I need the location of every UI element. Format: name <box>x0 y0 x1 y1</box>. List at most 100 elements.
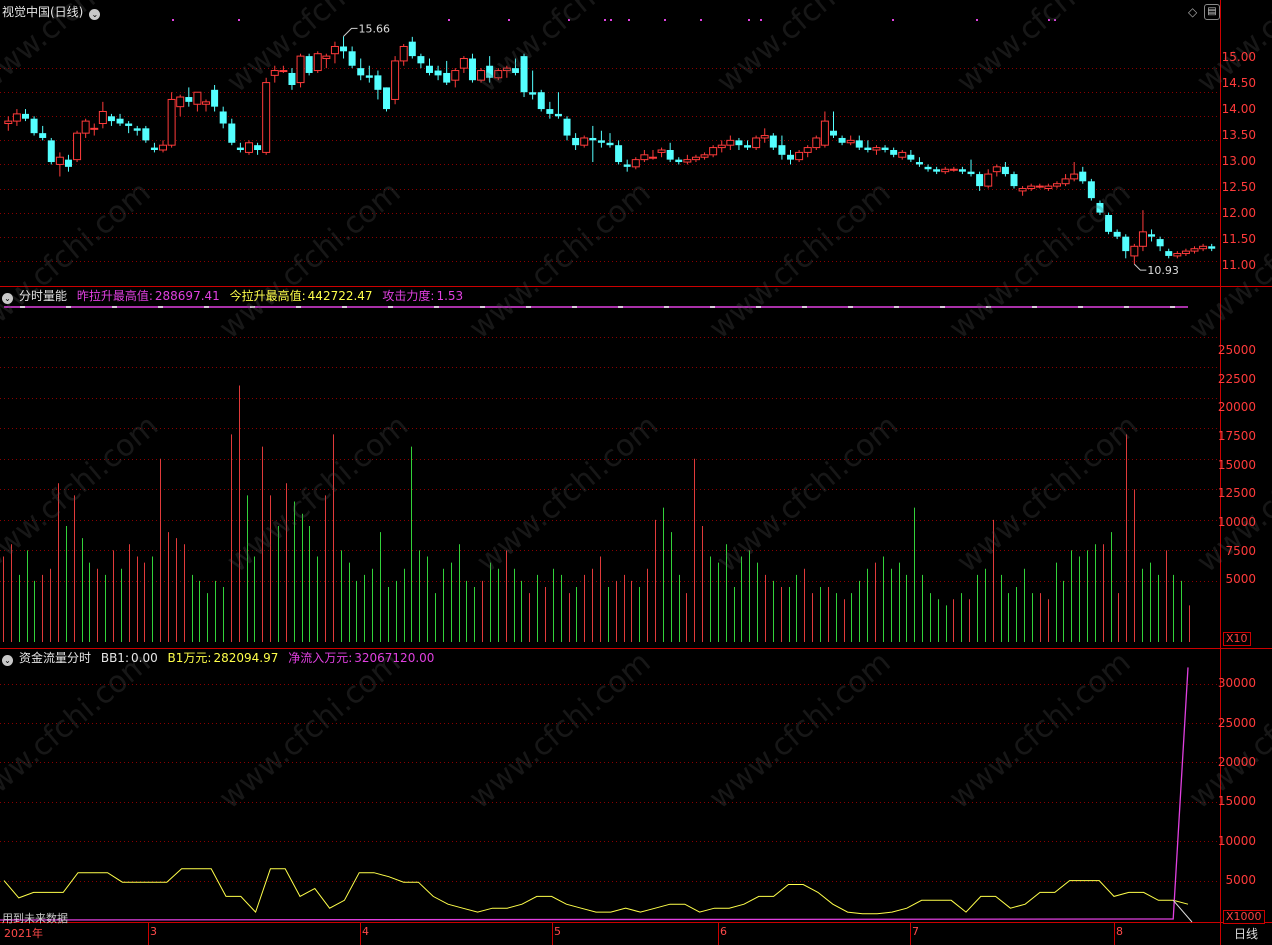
diamond-icon[interactable]: ◇ <box>1188 5 1197 19</box>
candle-body <box>1070 173 1079 180</box>
x-label-may: 5 <box>554 925 561 938</box>
candle-body <box>374 75 382 90</box>
candle-body <box>787 154 795 160</box>
signal-marker <box>604 19 606 21</box>
x-label-apr: 4 <box>362 925 369 938</box>
x-label-2021: 2021年 <box>4 927 43 940</box>
candle-body <box>185 97 193 102</box>
stock-title-bar: 视觉中国(日线) ⌄ <box>2 4 106 20</box>
candle-body <box>21 113 29 119</box>
chevron-down-icon[interactable]: ⌄ <box>89 9 101 20</box>
candle-body <box>81 120 90 134</box>
candle-body <box>4 120 13 125</box>
high-label: 15.66 <box>359 22 391 35</box>
volume-tick: 10000 <box>1217 515 1256 529</box>
candle-body <box>73 132 82 161</box>
candle-body <box>760 135 769 139</box>
candle-body <box>675 159 683 163</box>
candle-body <box>846 139 855 144</box>
candle-body <box>125 123 133 126</box>
x-label-jul: 7 <box>912 925 919 938</box>
menu-button[interactable]: ▤ <box>1204 4 1220 20</box>
candle-body <box>1044 185 1053 190</box>
signal-marker <box>1048 19 1050 21</box>
signal-marker <box>172 19 174 21</box>
candle-body <box>1113 231 1121 237</box>
candle-body <box>752 137 761 149</box>
candle-body <box>563 118 571 136</box>
candle-body <box>890 150 898 155</box>
flow-tick: 10000 <box>1217 834 1256 848</box>
candle-body <box>744 145 752 148</box>
flow-tick: 5000 <box>1225 873 1256 887</box>
candle-body <box>511 68 519 73</box>
candle-body <box>1010 174 1018 187</box>
candle-body <box>941 168 950 173</box>
chevron-down-icon[interactable]: ⌄ <box>2 293 13 304</box>
b1-value: 282094.97 <box>213 651 279 665</box>
signal-marker <box>628 19 630 21</box>
candle-body <box>262 82 271 153</box>
candle-body <box>631 159 640 168</box>
candle-body <box>39 133 47 138</box>
period-tab[interactable]: 日线 <box>1234 925 1258 942</box>
candle-body <box>270 70 279 76</box>
volume-tick: 7500 <box>1225 544 1256 558</box>
candle-body <box>1181 250 1190 255</box>
candle-body <box>1105 215 1113 232</box>
candle-body <box>279 70 288 73</box>
stock-title: 视觉中国(日线) <box>2 5 84 19</box>
price-tick: 12.00 <box>1221 206 1256 220</box>
candle-body <box>967 171 975 175</box>
candle-body <box>795 151 804 161</box>
candle-body <box>142 128 150 141</box>
candle-body <box>546 109 554 114</box>
bb1-label: BB1: <box>100 651 129 665</box>
candle-body <box>383 87 391 110</box>
volume-tick: 22500 <box>1217 372 1256 386</box>
candle-body <box>357 68 365 76</box>
candle-body <box>176 96 185 108</box>
candle-body <box>236 147 244 150</box>
candle-body <box>838 137 846 143</box>
candle-body <box>219 111 227 124</box>
candle-body <box>399 45 408 62</box>
candle-body <box>829 130 837 136</box>
candle-body <box>486 65 494 78</box>
candle-body <box>709 147 718 156</box>
candle-body <box>1122 236 1130 252</box>
bb1-value: 0.00 <box>131 651 158 665</box>
candle-body <box>907 154 915 160</box>
candle-body <box>589 137 597 141</box>
price-tick: 13.00 <box>1221 154 1256 168</box>
chart-canvas: 15.66 10.93 <box>0 0 1272 945</box>
candle-body <box>193 91 202 105</box>
candle-body <box>597 140 605 143</box>
ind1-value: 288697.41 <box>154 289 220 303</box>
candle-body <box>1190 248 1199 252</box>
candle-body <box>55 156 64 165</box>
net-inflow-line <box>0 667 1189 921</box>
signal-marker <box>892 19 894 21</box>
candle-body <box>494 70 503 79</box>
candle-body <box>933 169 941 172</box>
chevron-down-icon[interactable]: ⌄ <box>2 655 13 666</box>
candle-body <box>12 113 21 122</box>
candle-body <box>683 159 692 163</box>
price-tick: 12.50 <box>1221 180 1256 194</box>
candle-body <box>606 142 614 146</box>
x-label-mar: 3 <box>150 925 157 938</box>
candle-body <box>1027 185 1036 190</box>
signal-marker <box>508 19 510 21</box>
ind3-label: 攻击力度: <box>382 289 435 303</box>
candle-body <box>778 145 786 155</box>
candle-body <box>812 137 821 149</box>
candle-body <box>313 53 322 72</box>
candle-body <box>623 164 631 167</box>
volume-panel-header: ⌄ 分时量能 昨拉升最高值: 288697.41 今拉升最高值: 442722.47 … <box>2 288 469 304</box>
candle-body <box>769 135 777 148</box>
candle-body <box>1130 245 1139 257</box>
low-pointer <box>1133 263 1147 271</box>
low-label: 10.93 <box>1147 264 1179 277</box>
candle-body <box>615 145 623 163</box>
